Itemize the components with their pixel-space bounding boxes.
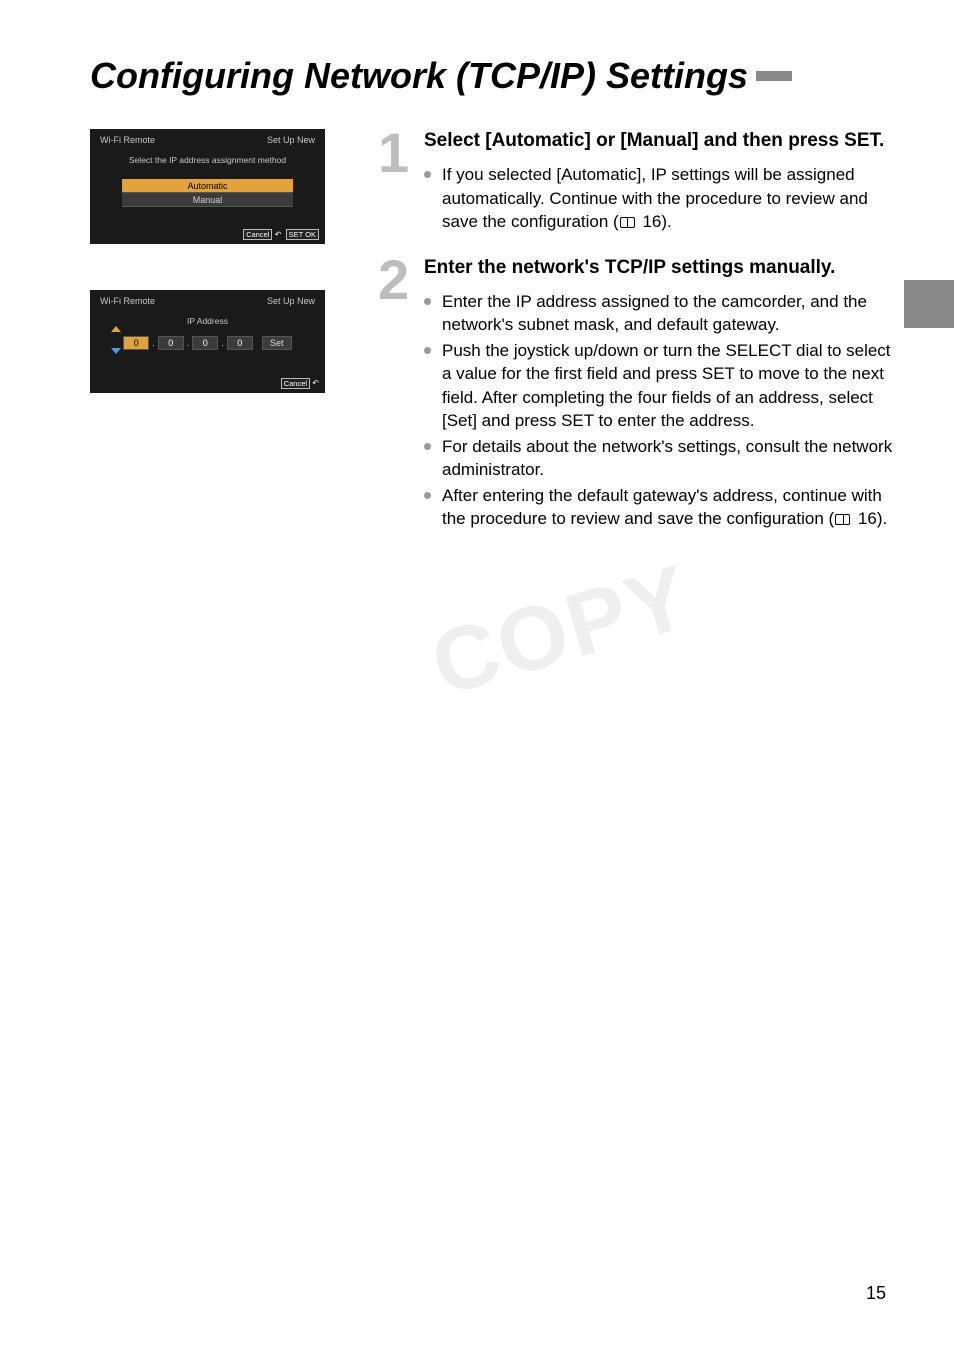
ip-octet-1: 0 [123,336,149,350]
step-2-heading: Enter the network's TCP/IP settings manu… [424,256,894,280]
instructions-column: 1 Select [Automatic] or [Manual] and the… [378,129,894,553]
cam2-updown-arrows [111,326,121,354]
ip-dot: . [187,338,190,348]
cam2-label: IP Address [96,316,319,326]
ip-set-button: Set [262,336,292,350]
manual-ref-icon [620,217,635,228]
page-number: 15 [866,1283,886,1304]
step-1-number: 1 [378,131,424,175]
title-accent-bar [756,71,792,81]
ip-octet-3: 0 [192,336,218,350]
cam1-subtitle: Select the IP address assignment method [96,155,319,165]
cam1-option-manual: Manual [122,193,293,207]
ip-octet-4: 0 [227,336,253,350]
step-2-b4-text-b: 16). [853,509,887,528]
step-2: 2 Enter the network's TCP/IP settings ma… [378,256,894,549]
step-2-number: 2 [378,258,424,302]
ip-octet-2: 0 [158,336,184,350]
ip-dot: . [152,338,155,348]
up-arrow-icon [111,326,121,332]
cam1-header-left: Wi-Fi Remote [100,135,155,145]
camera-menu-ip-address: Wi-Fi Remote Set Up New IP Address 0 . 0… [90,290,325,393]
cam2-ip-row: 0 . 0 . 0 . 0 Set [96,336,319,350]
cam1-set-ok-hint: SET OK [286,229,319,240]
step-2-bullet-4: After entering the default gateway's add… [442,484,894,531]
step-1-b1-text-b: 16). [638,212,672,231]
cam1-cancel-hint: Cancel [243,229,272,240]
down-arrow-icon [111,348,121,354]
step-1-bullet-1: If you selected [Automatic], IP settings… [442,163,894,233]
camera-menu-ip-method: Wi-Fi Remote Set Up New Select the IP ad… [90,129,325,244]
step-1: 1 Select [Automatic] or [Manual] and the… [378,129,894,252]
ip-dot: . [221,338,224,348]
screenshot-column: Wi-Fi Remote Set Up New Select the IP ad… [90,129,360,439]
step-2-bullet-3: For details about the network's settings… [442,435,894,482]
step-2-bullet-2: Push the joystick up/down or turn the SE… [442,339,894,433]
copy-watermark: COPY [421,546,702,718]
page-title: Configuring Network (TCP/IP) Settings [90,55,894,97]
cam2-header-right: Set Up New [267,296,315,306]
cam2-back-icon: ↶ [312,379,319,388]
step-2-bullet-1: Enter the IP address assigned to the cam… [442,290,894,337]
side-thumb-tab [904,280,954,328]
step-2-b4-text-a: After entering the default gateway's add… [442,486,882,528]
cam1-back-icon: ↶ [275,230,282,239]
step-1-heading: Select [Automatic] or [Manual] and then … [424,129,894,153]
page-title-text: Configuring Network (TCP/IP) Settings [90,55,748,97]
cam1-header-right: Set Up New [267,135,315,145]
cam2-header-left: Wi-Fi Remote [100,296,155,306]
cam2-cancel-hint: Cancel [281,378,310,389]
manual-ref-icon [835,514,850,525]
cam1-option-automatic: Automatic [122,179,293,193]
